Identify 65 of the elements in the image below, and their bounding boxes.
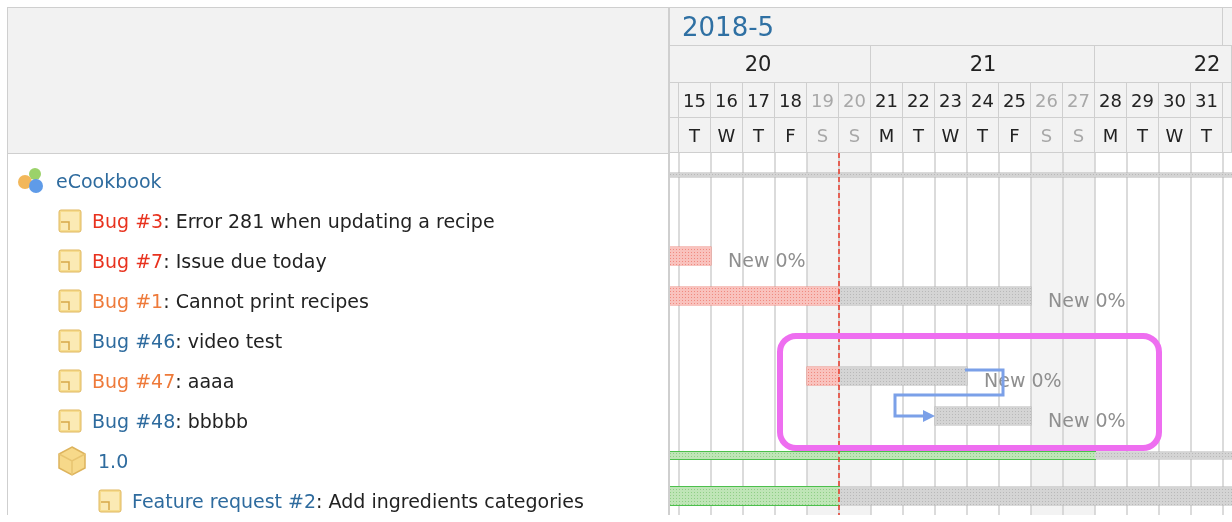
issue-icon — [98, 489, 122, 513]
weekday-letter: W — [941, 124, 960, 146]
weekday-letter: M — [878, 124, 895, 146]
day-number: 23 — [939, 89, 962, 111]
weekday-letter: M — [1102, 124, 1119, 146]
month-label: 2018-5 — [682, 11, 775, 42]
issue-link[interactable]: Feature request #2 — [132, 490, 317, 512]
day-number: 25 — [1003, 89, 1026, 111]
issue-title: Bug #3: Error 281 when updating a recipe — [92, 210, 495, 232]
weekday-letter: T — [753, 124, 764, 146]
weekday-letter: T — [1201, 124, 1212, 146]
issue-link[interactable]: Bug #48 — [92, 410, 176, 432]
weekday-letter: S — [1072, 124, 1085, 146]
issue-icon — [58, 329, 82, 353]
weekday-letter: S — [1040, 124, 1053, 146]
day-number: 28 — [1099, 89, 1122, 111]
version-link[interactable]: 1.0 — [98, 450, 129, 472]
issue-title: Bug #46: video test — [92, 330, 283, 352]
issue-title: Bug #47: aaaa — [92, 370, 235, 392]
day-number: 21 — [875, 89, 898, 111]
issue-link[interactable]: Bug #7 — [92, 250, 164, 272]
task-bar — [670, 246, 712, 266]
project-link[interactable]: eCookbook — [56, 170, 162, 192]
status-label: New 0% — [1048, 289, 1126, 311]
issue-icon — [58, 289, 82, 313]
project-icon — [16, 166, 46, 196]
day-number: 26 — [1035, 89, 1058, 111]
issue-title: Bug #48: bbbbb — [92, 410, 249, 432]
day-number: 15 — [683, 89, 706, 111]
issue-link[interactable]: Bug #3 — [92, 210, 164, 232]
issue-title: Bug #7: Issue due today — [92, 250, 327, 272]
issue-icon — [58, 369, 82, 393]
weekday-letter: T — [913, 124, 924, 146]
day-number: 30 — [1163, 89, 1186, 111]
day-number: 18 — [779, 89, 802, 111]
weekday-letter: T — [689, 124, 700, 146]
week-number: 20 — [744, 52, 772, 76]
status-label: New 0% — [1048, 409, 1126, 431]
weekday-letter: S — [848, 124, 861, 146]
day-number: 19 — [811, 89, 834, 111]
weekday-letter: F — [1009, 124, 1020, 146]
issue-title: Bug #1: Cannot print recipes — [92, 290, 369, 312]
weekday-letter: W — [1165, 124, 1184, 146]
week-number: 21 — [969, 52, 997, 76]
day-number: 17 — [747, 89, 770, 111]
issue-icon — [58, 209, 82, 233]
day-number: 16 — [715, 89, 738, 111]
issue-title: Feature request #2: Add ingredients categories — [132, 490, 584, 512]
weekday-letter: W — [717, 124, 736, 146]
day-number: 24 — [971, 89, 994, 111]
issue-link[interactable]: Bug #46 — [92, 330, 176, 352]
issue-icon — [58, 409, 82, 433]
week-number: 22 — [1193, 52, 1221, 76]
status-label: New 0% — [728, 249, 806, 271]
weekday-letter: S — [816, 124, 829, 146]
day-number: 20 — [843, 89, 866, 111]
day-number: 27 — [1067, 89, 1090, 111]
day-number: 31 — [1195, 89, 1218, 111]
weekday-letter: F — [785, 124, 796, 146]
weekday-letter: T — [1137, 124, 1148, 146]
issue-icon — [58, 249, 82, 273]
package-icon — [56, 445, 88, 477]
day-number: 22 — [907, 89, 930, 111]
weekday-letter: T — [977, 124, 988, 146]
day-number: 29 — [1131, 89, 1154, 111]
